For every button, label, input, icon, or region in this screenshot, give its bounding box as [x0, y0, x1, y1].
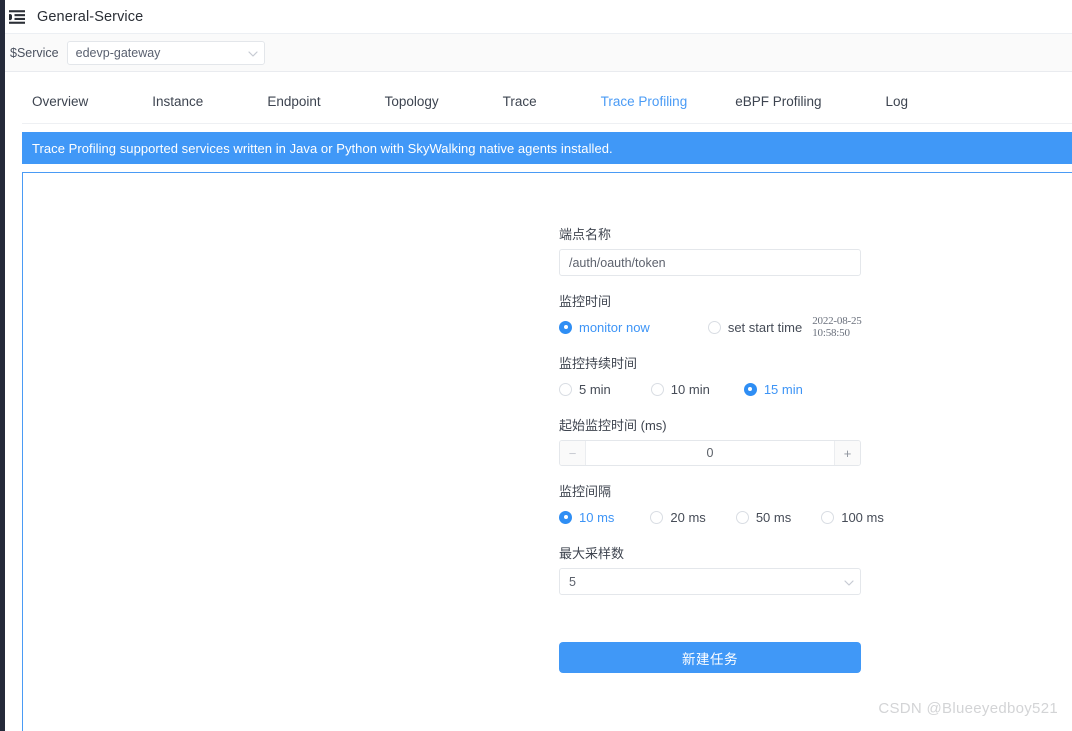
start-time-value[interactable]: 2022-08-25 10:58:50: [812, 315, 899, 339]
tab-overview[interactable]: Overview: [22, 80, 98, 124]
radio-duration-15min-label: 15 min: [763, 381, 803, 397]
radio-interval-10ms-label: 10 ms: [579, 509, 615, 525]
radio-interval-20ms-label: 20 ms: [670, 509, 706, 525]
radio-dot-icon: [735, 510, 749, 524]
radio-dot-icon: [650, 510, 664, 524]
service-bar: $Service edevp-gateway: [5, 34, 1072, 72]
service-label: $Service: [10, 45, 59, 60]
tab-log[interactable]: Log: [876, 80, 919, 124]
endpoint-name-label: 端点名称: [559, 227, 612, 242]
title-bar: General-Service: [5, 0, 1072, 34]
duration-radio-group: 5 min 10 min 15 min: [559, 378, 899, 400]
max-sampling-value: 5: [569, 574, 576, 589]
min-duration-label: 起始监控时间 (ms): [559, 418, 667, 433]
radio-interval-100ms[interactable]: 100 ms: [821, 510, 884, 525]
chevron-down-icon: [247, 48, 258, 57]
profiling-task-form: 端点名称 /auth/oauth/token 监控时间 monitor now …: [559, 226, 899, 673]
tab-trace[interactable]: Trace: [493, 80, 547, 124]
radio-duration-15min[interactable]: 15 min: [743, 381, 803, 397]
create-task-button[interactable]: 新建任务: [559, 642, 861, 673]
stepper-value[interactable]: 0: [586, 441, 834, 465]
left-rail: [0, 0, 5, 731]
field-endpoint-name: 端点名称 /auth/oauth/token: [559, 226, 899, 276]
interval-label: 监控间隔: [559, 484, 612, 499]
app-root: General-Service $Service edevp-gateway O…: [0, 0, 1072, 731]
radio-dot-icon: [559, 382, 572, 396]
radio-dot-icon: [559, 320, 572, 334]
radio-duration-10min-label: 10 min: [670, 381, 710, 397]
monitor-time-label: 监控时间: [559, 294, 612, 309]
tab-endpoint[interactable]: Endpoint: [257, 80, 330, 124]
interval-radio-group: 10 ms 20 ms 50 ms 100 ms: [559, 506, 899, 528]
radio-dot-icon: [559, 510, 572, 524]
duration-label: 监控持续时间: [559, 356, 638, 371]
radio-duration-5min-label: 5 min: [579, 381, 611, 397]
tab-trace-profiling[interactable]: Trace Profiling: [591, 80, 698, 124]
notice-banner: Trace Profiling supported services writt…: [22, 132, 1072, 164]
field-monitor-time: 监控时间 monitor now set start time 2022-08-…: [559, 293, 899, 339]
radio-dot-icon: [650, 382, 664, 396]
menu-fold-icon[interactable]: [7, 7, 27, 27]
field-interval: 监控间隔 10 ms 20 ms 50 ms 100 ms: [559, 483, 899, 528]
tab-bar: Overview Instance Endpoint Topology Trac…: [22, 80, 1072, 124]
stepper-increment-button[interactable]: +: [834, 441, 860, 465]
field-max-sampling: 最大采样数 5: [559, 545, 899, 595]
radio-interval-50ms-label: 50 ms: [755, 509, 792, 525]
chevron-down-icon: [843, 577, 854, 586]
stepper-decrement-button[interactable]: −: [560, 441, 586, 465]
radio-set-start-time[interactable]: set start time: [707, 319, 803, 335]
max-sampling-label: 最大采样数: [559, 546, 625, 561]
radio-duration-10min[interactable]: 10 min: [650, 381, 710, 397]
watermark: CSDN @Blueeyedboy521: [878, 700, 1058, 717]
radio-dot-icon: [821, 510, 835, 524]
radio-monitor-now-label: monitor now: [579, 319, 650, 335]
tab-ebpf-profiling[interactable]: eBPF Profiling: [725, 80, 831, 124]
field-min-duration: 起始监控时间 (ms) − 0 +: [559, 417, 899, 466]
service-select[interactable]: edevp-gateway: [66, 40, 265, 65]
radio-interval-50ms[interactable]: 50 ms: [735, 509, 792, 525]
radio-dot-icon: [743, 382, 757, 396]
content-panel: 端点名称 /auth/oauth/token 监控时间 monitor now …: [22, 172, 1072, 731]
tab-instance[interactable]: Instance: [142, 80, 213, 124]
radio-interval-100ms-label: 100 ms: [841, 509, 884, 525]
monitor-time-radio-group: monitor now set start time 2022-08-25 10…: [559, 315, 899, 339]
radio-set-start-time-label: set start time: [727, 319, 803, 335]
radio-duration-5min[interactable]: 5 min: [559, 382, 611, 397]
field-duration: 监控持续时间 5 min 10 min 15 min: [559, 355, 899, 400]
radio-monitor-now[interactable]: monitor now: [559, 320, 650, 335]
tab-topology[interactable]: Topology: [375, 80, 449, 124]
radio-interval-10ms[interactable]: 10 ms: [559, 510, 614, 525]
radio-dot-icon: [707, 320, 721, 334]
service-select-value: edevp-gateway: [75, 45, 161, 60]
page-title: General-Service: [37, 8, 144, 25]
radio-interval-20ms[interactable]: 20 ms: [650, 509, 706, 525]
min-duration-stepper[interactable]: − 0 +: [559, 440, 861, 466]
endpoint-name-input[interactable]: /auth/oauth/token: [559, 249, 861, 276]
max-sampling-select[interactable]: 5: [559, 568, 861, 595]
